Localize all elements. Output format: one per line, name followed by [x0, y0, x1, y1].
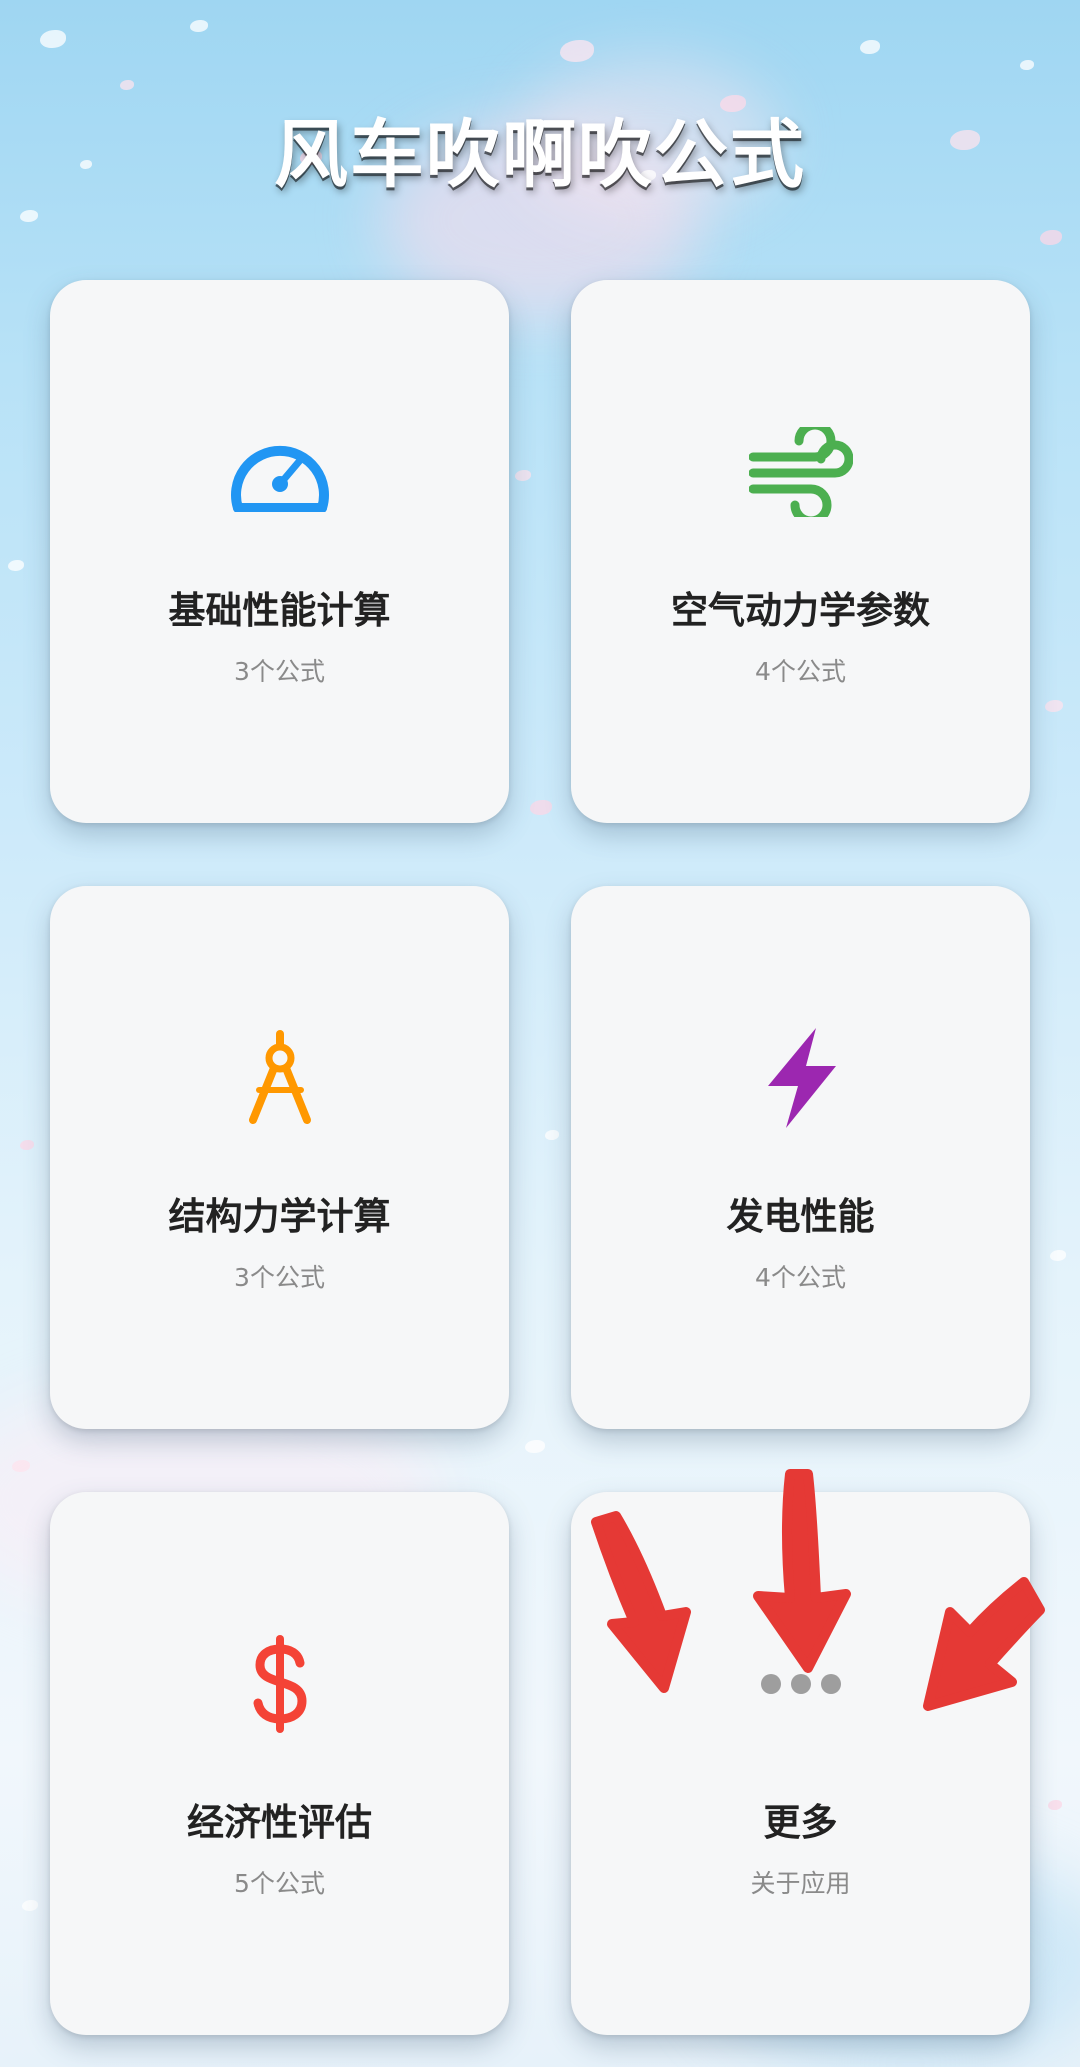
category-title: 经济性评估: [187, 1801, 372, 1844]
category-title: 基础性能计算: [168, 589, 391, 632]
category-card-more[interactable]: 更多 关于应用: [571, 1492, 1030, 2035]
category-card-aerodynamics[interactable]: 空气动力学参数 4个公式: [571, 280, 1030, 823]
about-app-label: 关于应用: [750, 1869, 851, 1898]
compass-drafting-icon: [50, 1028, 509, 1128]
category-card-structural-mechanics[interactable]: 结构力学计算 3个公式: [50, 886, 509, 1429]
page-title: 风车吹啊吹公式: [274, 112, 806, 198]
category-card-economics[interactable]: 经济性评估 5个公式: [50, 1492, 509, 2035]
more-dots-icon: [571, 1634, 1030, 1734]
speedometer-icon: [50, 422, 509, 522]
formula-count: 4个公式: [755, 657, 846, 686]
formula-count: 5个公式: [234, 1869, 325, 1898]
category-title: 发电性能: [726, 1195, 875, 1238]
formula-count: 3个公式: [234, 657, 325, 686]
formula-count: 4个公式: [755, 1263, 846, 1292]
formula-count: 3个公式: [234, 1263, 325, 1292]
wind-icon: [571, 422, 1030, 522]
category-title: 空气动力学参数: [671, 589, 930, 632]
lightning-bolt-icon: [571, 1028, 1030, 1128]
category-title: 更多: [763, 1801, 838, 1844]
category-card-power-generation[interactable]: 发电性能 4个公式: [571, 886, 1030, 1429]
category-card-basic-performance[interactable]: 基础性能计算 3个公式: [50, 280, 509, 823]
dollar-icon: [50, 1634, 509, 1734]
category-title: 结构力学计算: [168, 1195, 391, 1238]
